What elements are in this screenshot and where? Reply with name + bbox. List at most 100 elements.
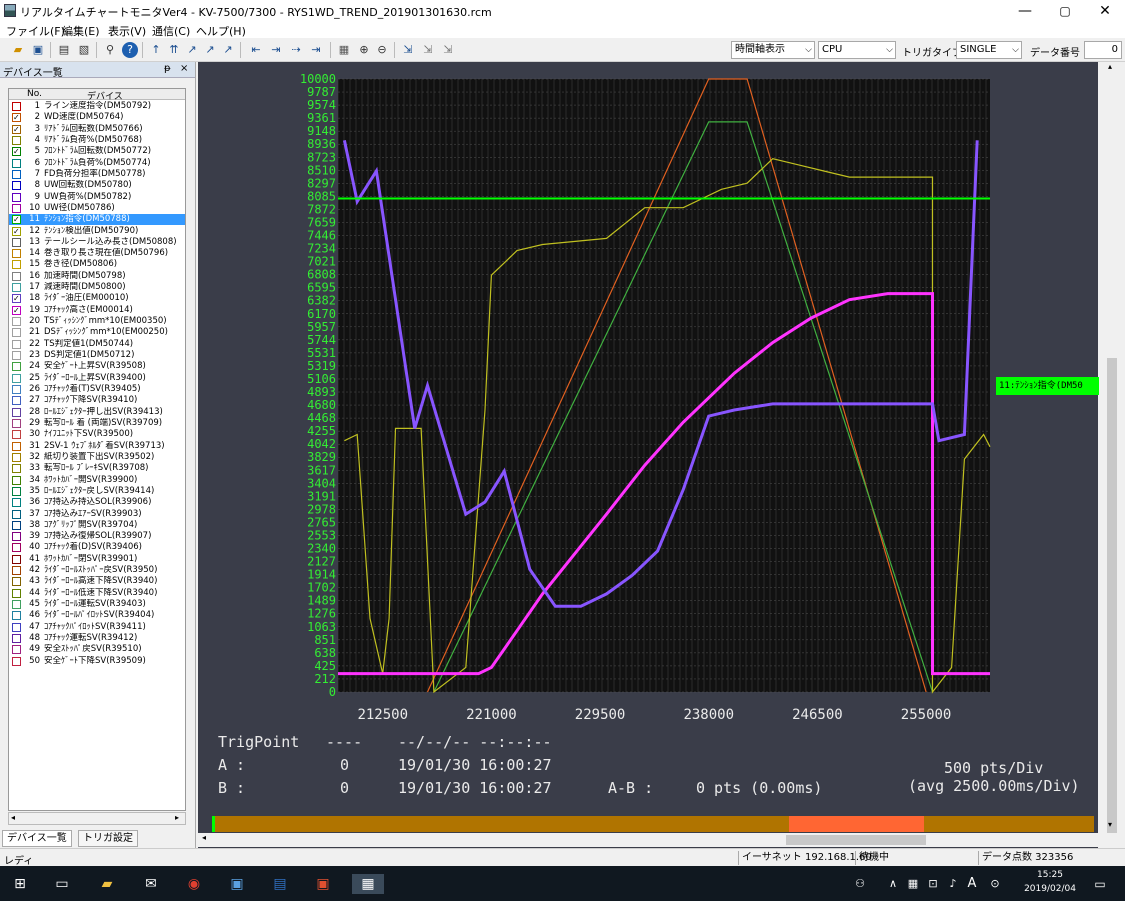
device-checkbox[interactable]: ✓	[12, 226, 21, 236]
device-checkbox[interactable]	[12, 566, 21, 576]
device-checkbox[interactable]	[12, 634, 21, 644]
clock-date[interactable]: 2019/02/04	[1022, 884, 1078, 894]
device-row[interactable]: ✓ 2 WD速度(DM50764)	[9, 112, 185, 123]
device-row[interactable]: 37 ｺｱ持込みｴｱｰSV(R39903)	[9, 509, 185, 520]
scroll-thumb[interactable]	[1107, 358, 1117, 833]
device-row[interactable]: 21 DSﾃﾞｨｯｼﾝｸﾞmm*10(EM00250)	[9, 327, 185, 338]
mail-icon[interactable]: ✉	[141, 874, 161, 894]
device-checkbox[interactable]	[12, 407, 21, 417]
device-checkbox[interactable]	[12, 249, 21, 259]
device-row[interactable]: 43 ﾗｲﾀﾞｰﾛｰﾙ高速下降SV(R3940)	[9, 576, 185, 587]
device-row[interactable]: 16 加速時間(DM50798)	[9, 271, 185, 282]
device-checkbox[interactable]	[12, 203, 21, 213]
device-row[interactable]: 32 紙切り装置下出SV(R39502)	[9, 452, 185, 463]
device-checkbox[interactable]	[12, 498, 21, 508]
tray-app-icon[interactable]: ▦	[903, 874, 923, 894]
device-row[interactable]: 27 ｺｱﾁｬｯｸ下降SV(R39410)	[9, 395, 185, 406]
print-icon[interactable]: ▤	[56, 42, 72, 58]
save-icon[interactable]: ▣	[30, 42, 46, 58]
device-row[interactable]: 10 UW径(DM50786)	[9, 203, 185, 214]
explorer-icon[interactable]: ▰	[97, 874, 117, 894]
device-checkbox[interactable]	[12, 611, 21, 621]
device-row[interactable]: 1 ライン速度指令(DM50792)	[9, 101, 185, 112]
device-row[interactable]: ✓ 12 ﾃﾝｼｮﾝ検出値(DM50790)	[9, 226, 185, 237]
powerpoint-icon[interactable]: ▣	[313, 874, 333, 894]
zoom-out-icon[interactable]: ⊖	[374, 42, 390, 58]
jump-a-icon[interactable]: ⇤	[248, 42, 264, 58]
print-preview-icon[interactable]: ▧	[76, 42, 92, 58]
device-checkbox[interactable]	[12, 577, 21, 587]
device-row[interactable]: 24 安全ｹﾞｰﾄ上昇SV(R39508)	[9, 361, 185, 372]
device-row[interactable]: 39 ｺｱ持込み復帰SOL(R39907)	[9, 531, 185, 542]
device-checkbox[interactable]	[12, 418, 21, 428]
device-checkbox[interactable]	[12, 158, 21, 168]
device-row[interactable]: 49 安全ｽﾄｯﾊﾟ戻SV(R39510)	[9, 644, 185, 655]
device-row[interactable]: 34 ﾎﾜｯﾄｶﾊﾞｰ開SV(R39900)	[9, 475, 185, 486]
menu-edit[interactable]: 編集(E)	[62, 23, 100, 39]
jump-t-icon[interactable]: ⇢	[288, 42, 304, 58]
device-checkbox[interactable]	[12, 475, 21, 485]
device-row[interactable]: 7 FD負荷分担率(DM50778)	[9, 169, 185, 180]
clock-time[interactable]: 15:25	[1022, 870, 1078, 880]
jump-n-icon[interactable]: ⇥	[308, 42, 324, 58]
device-checkbox[interactable]	[12, 452, 21, 462]
device-checkbox[interactable]	[12, 645, 21, 655]
trigger-type-select[interactable]: SINGLE ⌵	[956, 41, 1022, 59]
device-row[interactable]: 17 減速時間(DM50800)	[9, 282, 185, 293]
device-row[interactable]: 8 UW回転数(DM50780)	[9, 180, 185, 191]
time-axis-select[interactable]: 時間軸表示 ⌵	[731, 41, 815, 59]
device-row[interactable]: ✓ 11 ﾃﾝｼｮﾝ指令(DM50788)	[9, 214, 185, 226]
menu-help[interactable]: ヘルプ(H)	[196, 23, 246, 39]
device-checkbox[interactable]	[12, 441, 21, 451]
device-checkbox[interactable]: ✓	[12, 215, 21, 225]
device-row[interactable]: 45 ﾗｲﾀﾞｰﾛｰﾙ運転SV(R39403)	[9, 599, 185, 610]
cursor-a-icon[interactable]: ↗	[184, 42, 200, 58]
device-row[interactable]: 29 転写ﾛｰﾙ 着 (両端)SV(R39709)	[9, 418, 185, 429]
device-row[interactable]: 47 ｺｱﾁｬｯｸﾊﾟｲﾛｯﾄSV(R39411)	[9, 622, 185, 633]
device-checkbox[interactable]	[12, 588, 21, 598]
device-checkbox[interactable]	[12, 396, 21, 406]
device-row[interactable]: 14 巻き取り長さ現在値(DM50796)	[9, 248, 185, 259]
app-icon-2[interactable]: ▤	[270, 874, 290, 894]
device-row[interactable]: 38 ｺｱｸﾞﾘｯﾌﾟ開SV(R39704)	[9, 520, 185, 531]
device-checkbox[interactable]	[12, 260, 21, 270]
vertical-scrollbar[interactable]: ▴ ▾	[1099, 62, 1125, 833]
cpu-select[interactable]: CPU ⌵	[818, 41, 896, 59]
scroll-right-icon[interactable]: ▸	[175, 813, 179, 822]
device-checkbox[interactable]: ✓	[12, 113, 21, 123]
arrange2-icon[interactable]: ⇲	[420, 42, 436, 58]
device-row[interactable]: 41 ﾎﾜｯﾄｶﾊﾞｰ閉SV(R39901)	[9, 554, 185, 565]
device-checkbox[interactable]	[12, 486, 21, 496]
device-checkbox[interactable]	[12, 181, 21, 191]
device-checkbox[interactable]	[12, 373, 21, 383]
device-checkbox[interactable]	[12, 135, 21, 145]
device-checkbox[interactable]: ✓	[12, 147, 21, 157]
open-icon[interactable]: ▰	[10, 42, 26, 58]
device-checkbox[interactable]	[12, 271, 21, 281]
device-row[interactable]: ✓ 18 ﾗｲﾀﾞｰ油圧(EM00010)	[9, 293, 185, 304]
device-row[interactable]: 31 2SV-1 ｳｪﾌﾞﾎﾙﾀﾞ着SV(R39713)	[9, 441, 185, 452]
device-row[interactable]: 36 ｺｱ持込み持込SOL(R39906)	[9, 497, 185, 508]
series-legend-tag[interactable]: 11:ﾃﾝｼｮﾝ指令(DM50	[996, 377, 1100, 395]
arrange-icon[interactable]: ⇲	[400, 42, 416, 58]
cursor-b-icon[interactable]: ↗	[202, 42, 218, 58]
network-icon[interactable]: ⊡	[923, 874, 943, 894]
device-checkbox[interactable]	[12, 656, 21, 666]
device-row[interactable]: 26 ｺｱﾁｬｯｸ着(T)SV(R39405)	[9, 384, 185, 395]
zoom-in-icon[interactable]: ⊕	[356, 42, 372, 58]
device-row[interactable]: 23 DS判定値1(DM50712)	[9, 350, 185, 361]
cursor-icon[interactable]: ↑	[148, 42, 164, 58]
device-checkbox[interactable]	[12, 430, 21, 440]
device-checkbox[interactable]	[12, 532, 21, 542]
grid-icon[interactable]: ▦	[336, 42, 352, 58]
device-checkbox[interactable]	[12, 520, 21, 530]
device-list-hscroll[interactable]: ◂ ▸	[8, 812, 186, 825]
task-view-icon[interactable]: ▭	[52, 874, 72, 894]
device-row[interactable]: 4 ﾘｱﾄﾞﾗﾑ負荷%(DM50768)	[9, 135, 185, 146]
device-checkbox[interactable]	[12, 362, 21, 372]
pin-icon[interactable]: ᵽ	[164, 63, 171, 74]
device-checkbox[interactable]	[12, 464, 21, 474]
device-row[interactable]: 48 ｺｱﾁｬｯｸ運転SV(R39412)	[9, 633, 185, 644]
device-checkbox[interactable]	[12, 169, 21, 179]
device-row[interactable]: 40 ｺｱﾁｬｯｸ着(D)SV(R39406)	[9, 542, 185, 553]
